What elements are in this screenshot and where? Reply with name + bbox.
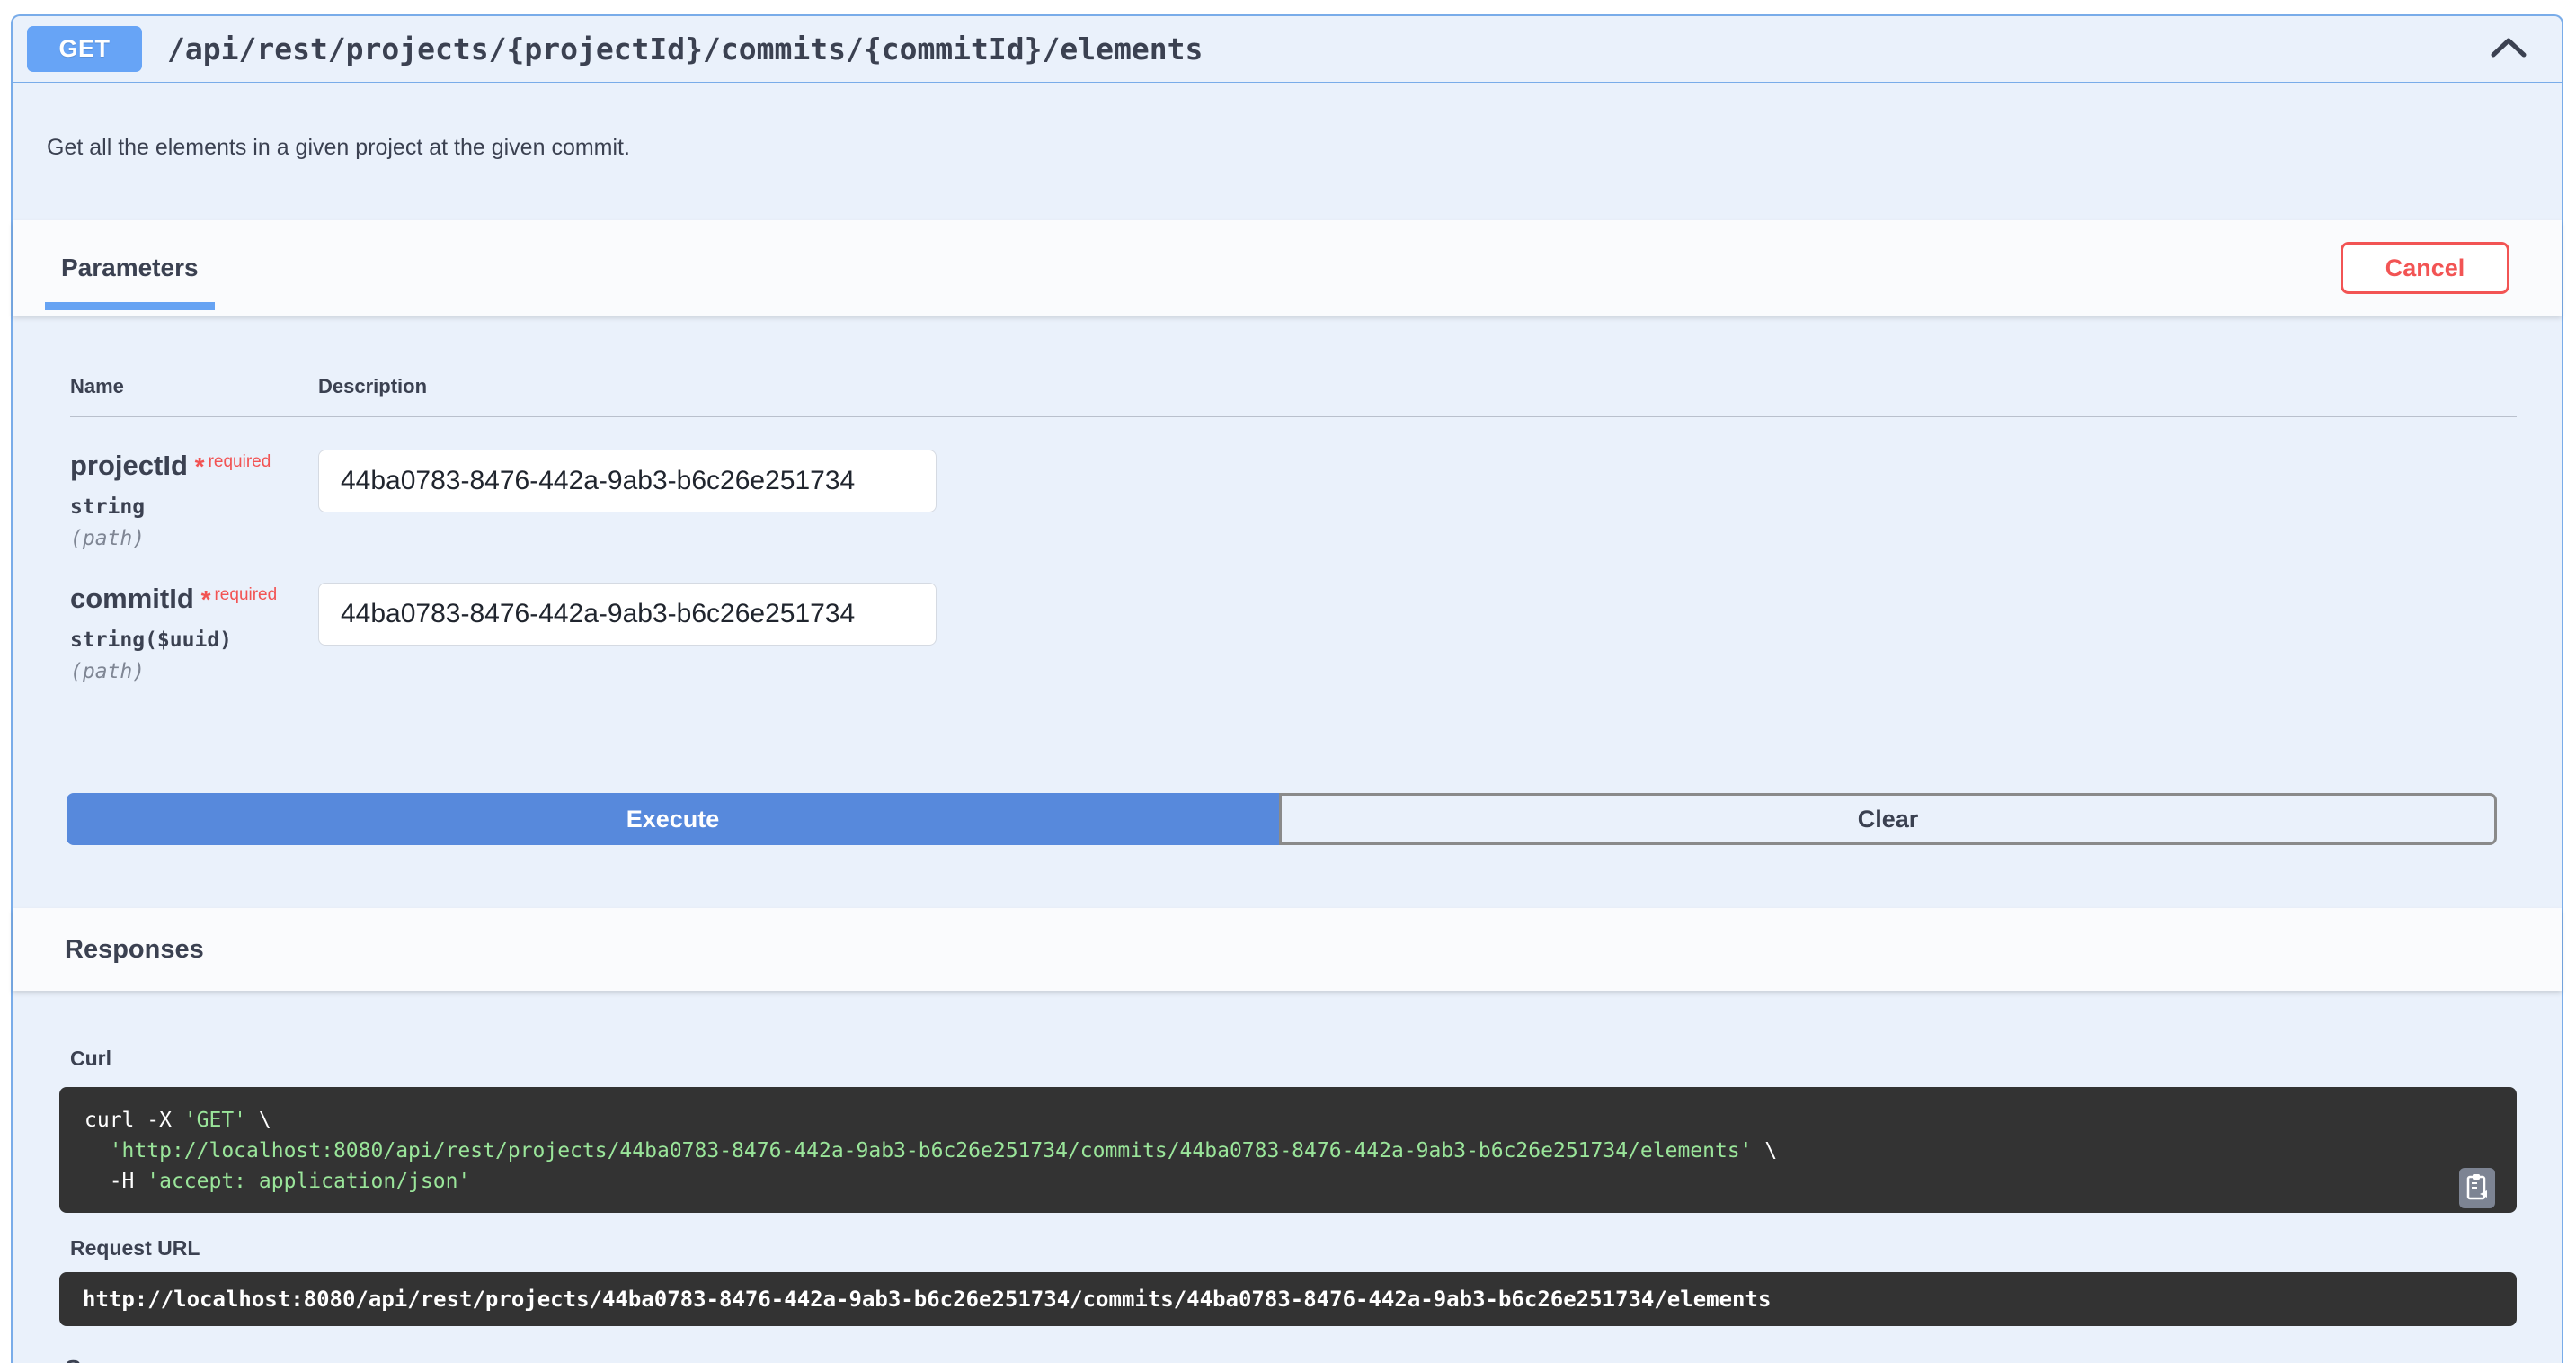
- param-type: string: [70, 495, 318, 519]
- curl-line-3: -H 'accept: application/json': [84, 1166, 2492, 1197]
- curl-string: 'accept: application/json': [147, 1170, 470, 1193]
- curl-line-2: 'http://localhost:8080/api/rest/projects…: [84, 1136, 2492, 1166]
- param-row-commitid: commitId *required string($uuid) (path): [70, 550, 2517, 683]
- opblock-get-panel: GET /api/rest/projects/{projectId}/commi…: [11, 14, 2563, 1363]
- execute-button[interactable]: Execute: [67, 793, 1279, 845]
- param-name-text: projectId: [70, 450, 188, 481]
- curl-line-1: curl -X 'GET' \: [84, 1105, 2492, 1136]
- param-row-projectid: projectId *required string (path): [70, 417, 2517, 550]
- required-label: required: [214, 585, 277, 604]
- param-name: commitId *required: [70, 583, 318, 619]
- execute-row: Execute Clear: [67, 793, 2497, 845]
- param-meta: commitId *required string($uuid) (path): [70, 583, 318, 683]
- responses-title: Responses: [65, 935, 204, 965]
- param-value-cell: [318, 583, 2517, 683]
- request-url-value: http://localhost:8080/api/rest/projects/…: [83, 1287, 1771, 1312]
- clear-button[interactable]: Clear: [1279, 793, 2497, 845]
- curl-string: 'http://localhost:8080/api/rest/projects…: [110, 1139, 1753, 1163]
- curl-string: 'GET': [184, 1109, 246, 1132]
- http-method-badge: GET: [27, 26, 142, 72]
- request-url-block: http://localhost:8080/api/rest/projects/…: [59, 1272, 2517, 1326]
- tab-parameters[interactable]: Parameters: [45, 220, 215, 316]
- param-location: (path): [70, 660, 318, 683]
- endpoint-description: Get all the elements in a given project …: [13, 83, 2562, 220]
- copy-to-clipboard-button[interactable]: [2459, 1168, 2495, 1208]
- param-value-cell: [318, 450, 2517, 550]
- projectid-input[interactable]: [318, 450, 937, 512]
- parameters-table: Name Description projectId *required str…: [70, 316, 2517, 683]
- server-response-label: Server response: [65, 1355, 2517, 1363]
- param-type: string($uuid): [70, 628, 318, 652]
- responses-body: Curl curl -X 'GET' \ 'http://localhost:8…: [13, 991, 2562, 1363]
- required-asterisk: *: [188, 452, 205, 480]
- required-asterisk: *: [194, 585, 211, 613]
- collapse-button[interactable]: [2490, 36, 2527, 62]
- clipboard-copy-icon: [2465, 1172, 2489, 1204]
- parameters-section-header: Parameters Cancel: [13, 220, 2562, 316]
- required-label: required: [209, 452, 271, 471]
- curl-text: curl -X: [84, 1109, 184, 1132]
- request-url-label: Request URL: [70, 1236, 2517, 1261]
- chevron-up-icon: [2490, 36, 2527, 62]
- cancel-button[interactable]: Cancel: [2341, 242, 2509, 294]
- param-location: (path): [70, 527, 318, 550]
- column-header-description: Description: [318, 375, 2517, 398]
- param-name: projectId *required: [70, 450, 318, 486]
- curl-code-block: curl -X 'GET' \ 'http://localhost:8080/a…: [59, 1087, 2517, 1213]
- commitid-input[interactable]: [318, 583, 937, 646]
- column-header-name: Name: [70, 375, 318, 398]
- curl-text: [84, 1139, 110, 1163]
- param-meta: projectId *required string (path): [70, 450, 318, 550]
- curl-text: -H: [84, 1170, 147, 1193]
- parameters-table-head: Name Description: [70, 316, 2517, 417]
- curl-label: Curl: [70, 1047, 2517, 1071]
- endpoint-path: /api/rest/projects/{projectId}/commits/{…: [167, 31, 1203, 67]
- param-name-text: commitId: [70, 583, 194, 614]
- curl-text: \: [1753, 1139, 1778, 1163]
- responses-section-header: Responses: [13, 908, 2562, 991]
- curl-text: \: [246, 1109, 271, 1132]
- endpoint-summary-header[interactable]: GET /api/rest/projects/{projectId}/commi…: [13, 16, 2562, 83]
